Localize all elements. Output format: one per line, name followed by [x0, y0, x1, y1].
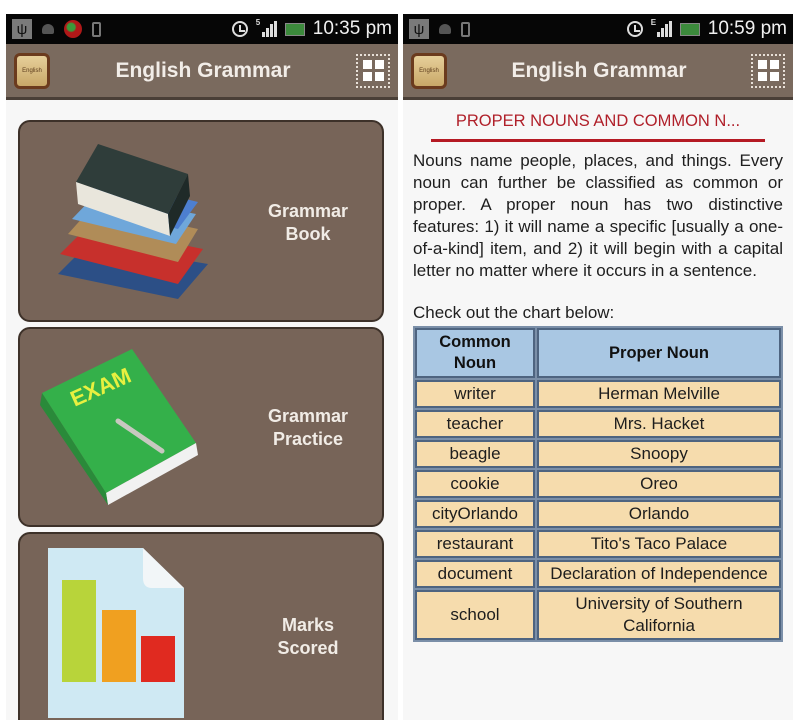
- notification-app-icon: [64, 20, 82, 38]
- signal-icon: E: [650, 18, 672, 37]
- signal-icon: 5: [255, 18, 277, 37]
- header-common-noun: Common Noun: [415, 328, 535, 378]
- app-logo-text: English: [22, 67, 42, 74]
- bar-chart-report-icon: [48, 548, 184, 718]
- common-noun-cell: cookie: [415, 470, 535, 498]
- common-noun-cell: teacher: [415, 410, 535, 438]
- table-header-row: Common Noun Proper Noun: [415, 328, 781, 378]
- status-bar: ψ 5 10:35 pm: [6, 14, 398, 44]
- menu-card-grammar-practice[interactable]: EXAM Grammar Practice: [18, 327, 384, 527]
- menu-card-marks-scored[interactable]: Marks Scored: [18, 532, 384, 720]
- topic-title: PROPER NOUNS AND COMMON N...: [455, 112, 741, 130]
- app-logo-icon[interactable]: English: [411, 52, 447, 89]
- status-time: 10:59 pm: [707, 18, 787, 39]
- proper-noun-cell: Herman Melville: [537, 380, 781, 408]
- action-bar: English English Grammar: [6, 44, 398, 100]
- android-icon: [42, 24, 54, 34]
- nouns-table: Common Noun Proper Noun writer Herman Mel…: [413, 326, 783, 642]
- alarm-icon: [626, 21, 643, 37]
- menu-card-label: Marks Scored: [277, 615, 339, 658]
- menu-card-grammar-book[interactable]: Grammar Book: [18, 120, 384, 322]
- network-type-label: E: [650, 18, 657, 27]
- status-bar: ψ E 10:59 pm: [403, 14, 793, 44]
- proper-noun-cell: Mrs. Hacket: [537, 410, 781, 438]
- action-bar: English English Grammar: [403, 44, 793, 100]
- common-noun-cell: cityOrlando: [415, 500, 535, 528]
- app-title: English Grammar: [115, 58, 291, 82]
- battery-icon: [284, 22, 305, 36]
- table-row: school University of Southern California: [415, 590, 781, 640]
- status-time: 10:35 pm: [312, 18, 392, 39]
- phone-icon: [92, 21, 101, 37]
- alarm-icon: [231, 21, 248, 37]
- proper-noun-cell: Orlando: [537, 500, 781, 528]
- usb-icon: ψ: [12, 19, 32, 39]
- proper-noun-cell: Declaration of Independence: [537, 560, 781, 588]
- common-noun-cell: writer: [415, 380, 535, 408]
- battery-icon: [679, 22, 700, 36]
- exam-book-icon: EXAM: [40, 349, 198, 505]
- common-noun-cell: school: [415, 590, 535, 640]
- common-noun-cell: restaurant: [415, 530, 535, 558]
- chart-lead-in: Check out the chart below:: [413, 303, 615, 322]
- books-stack-icon: [58, 144, 208, 299]
- network-type-label: 5: [255, 18, 261, 27]
- table-row: document Declaration of Independence: [415, 560, 781, 588]
- menu-card-label: Grammar Practice: [267, 406, 349, 449]
- menu-card-label: Grammar Book: [267, 201, 349, 244]
- lesson-content: Nouns name people, places, and things. E…: [403, 150, 793, 642]
- common-noun-cell: document: [415, 560, 535, 588]
- phone-icon: [461, 21, 470, 37]
- phone-screen-home: ψ 5 10:35 pm English English Grammar Gra…: [6, 14, 398, 720]
- table-row: cookie Oreo: [415, 470, 781, 498]
- android-icon: [439, 24, 451, 34]
- app-logo-icon[interactable]: English: [14, 52, 50, 89]
- table-row: writer Herman Melville: [415, 380, 781, 408]
- usb-icon: ψ: [409, 19, 429, 39]
- proper-noun-cell: Tito's Taco Palace: [537, 530, 781, 558]
- title-divider: [431, 139, 765, 142]
- proper-noun-cell: Snoopy: [537, 440, 781, 468]
- grid-menu-icon[interactable]: [751, 53, 785, 88]
- table-row: teacher Mrs. Hacket: [415, 410, 781, 438]
- phone-screen-lesson: ψ E 10:59 pm English English Grammar PRO…: [403, 14, 793, 720]
- common-noun-cell: beagle: [415, 440, 535, 468]
- header-proper-noun: Proper Noun: [537, 328, 781, 378]
- app-logo-text: English: [419, 67, 439, 74]
- table-row: cityOrlando Orlando: [415, 500, 781, 528]
- table-row: beagle Snoopy: [415, 440, 781, 468]
- proper-noun-cell: University of Southern California: [537, 590, 781, 640]
- table-row: restaurant Tito's Taco Palace: [415, 530, 781, 558]
- lesson-paragraph: Nouns name people, places, and things. E…: [413, 151, 783, 280]
- grid-menu-icon[interactable]: [356, 53, 390, 88]
- app-title: English Grammar: [511, 58, 687, 82]
- proper-noun-cell: Oreo: [537, 470, 781, 498]
